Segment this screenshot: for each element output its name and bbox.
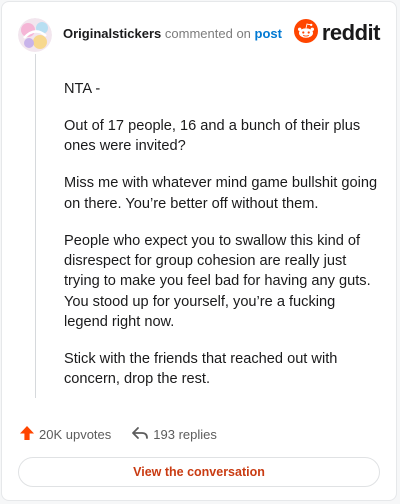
embedded-comment-card: Originalstickers commented on post reddi…: [1, 1, 397, 501]
comment-stats: 20K upvotes 193 replies: [19, 424, 217, 444]
comment-meta: Originalstickers commented on post: [63, 26, 282, 41]
comment-paragraph: Stick with the friends that reached out …: [64, 351, 338, 388]
reddit-wordmark: reddit: [321, 20, 381, 45]
comment-paragraph: People who expect you to swallow this ki…: [64, 232, 371, 331]
reddit-snoo-icon: [293, 18, 318, 48]
reply-arrow-icon: [131, 425, 153, 444]
user-avatar[interactable]: [18, 18, 52, 52]
replies-count: 193 replies: [153, 426, 217, 442]
comment-paragraph: Out of 17 people, 16 and a bunch of thei…: [64, 118, 361, 155]
username-link[interactable]: Originalstickers: [63, 26, 161, 41]
view-conversation-button[interactable]: View the conversation: [18, 457, 380, 487]
comment-paragraph: NTA -: [64, 81, 101, 97]
comment-body: NTA - Out of 17 people, 16 and a bunch o…: [64, 79, 382, 407]
comment-paragraph: Miss me with whatever mind game bullshit…: [64, 175, 378, 212]
upvote-arrow-icon: [19, 425, 39, 444]
upvotes-count: 20K upvotes: [39, 426, 112, 442]
action-text: commented on: [164, 26, 251, 41]
upvotes-stat[interactable]: 20K upvotes: [19, 425, 111, 444]
post-link[interactable]: post: [255, 26, 282, 41]
comment-header: Originalstickers commented on post reddi…: [18, 18, 381, 54]
reddit-logo[interactable]: reddit: [293, 18, 381, 48]
thread-line: [35, 54, 36, 398]
replies-stat[interactable]: 193 replies: [131, 425, 217, 444]
